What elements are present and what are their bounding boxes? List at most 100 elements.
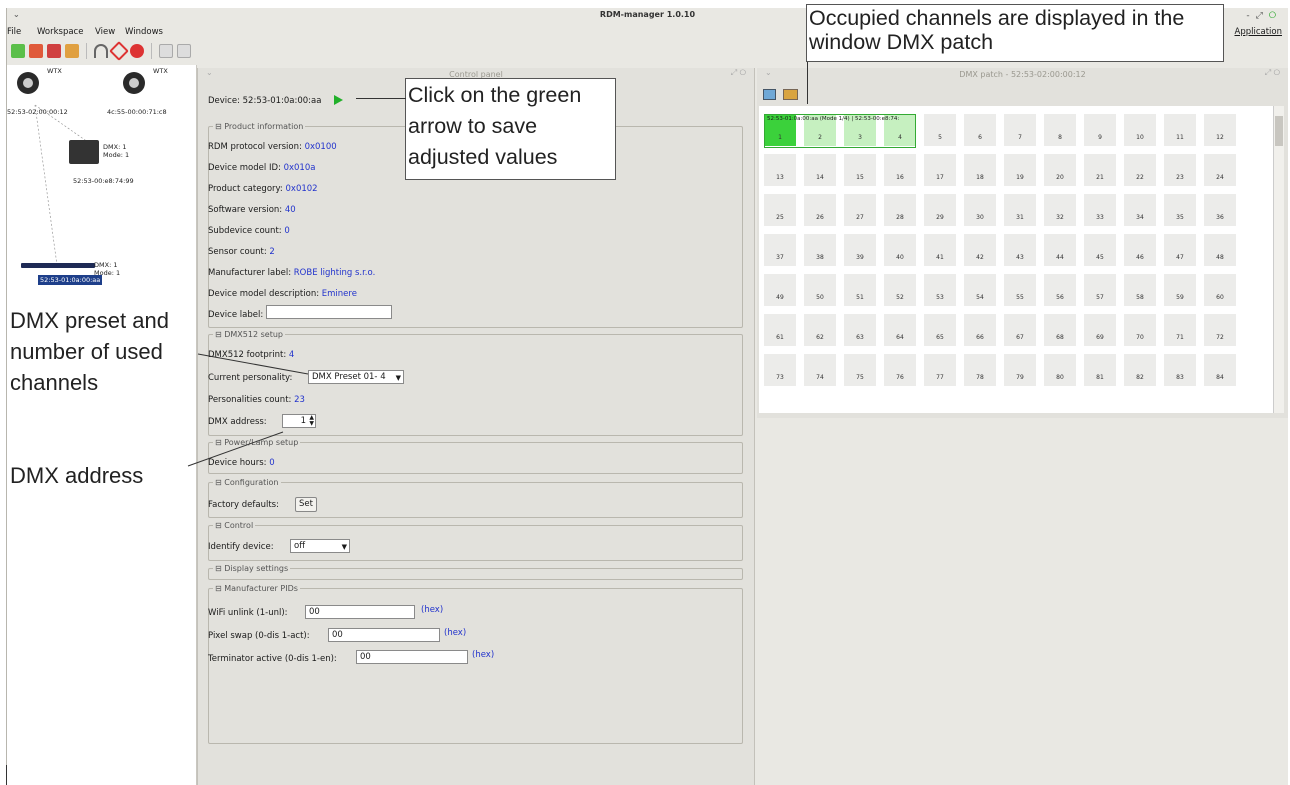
personality-select[interactable]: DMX Preset 01- 4 ▼ xyxy=(308,370,404,384)
panel-close-icon[interactable]: ⤢ ⭘ xyxy=(1265,68,1280,78)
dmx-channel-cell[interactable]: 77 xyxy=(924,354,956,386)
maximize-icon[interactable]: ⤢ xyxy=(1256,11,1269,21)
remove-device-icon[interactable] xyxy=(29,44,43,58)
dmx-channel-cell[interactable]: 49 xyxy=(764,274,796,306)
dmx-channel-cell[interactable]: 66 xyxy=(964,314,996,346)
dmx-channel-cell[interactable]: 36 xyxy=(1204,194,1236,226)
dmx-channel-cell[interactable]: 80 xyxy=(1044,354,1076,386)
dmx-channel-cell[interactable]: 72 xyxy=(1204,314,1236,346)
panel-menu-icon[interactable]: ⌄ xyxy=(206,68,213,77)
tag-icon[interactable] xyxy=(109,41,129,61)
dmx-channel-cell[interactable]: 28 xyxy=(884,194,916,226)
dmx-channel-cell[interactable]: 16 xyxy=(884,154,916,186)
fixture-device-icon[interactable] xyxy=(69,140,99,164)
save-arrow-icon[interactable] xyxy=(334,95,343,105)
dmx-channel-cell[interactable]: 40 xyxy=(884,234,916,266)
dmx-channel-cell[interactable]: 22 xyxy=(1124,154,1156,186)
dmx-channel-cell[interactable]: 79 xyxy=(1004,354,1036,386)
dmx-channel-cell[interactable]: 32 xyxy=(1044,194,1076,226)
dmx-channel-cell[interactable]: 25 xyxy=(764,194,796,226)
dmx-channel-cell[interactable]: 21 xyxy=(1084,154,1116,186)
dmx-channel-cell[interactable]: 54 xyxy=(964,274,996,306)
dmx-channel-cell[interactable]: 69 xyxy=(1084,314,1116,346)
group-title[interactable]: ⊟ Display settings xyxy=(213,564,290,573)
dmx-channel-cell[interactable]: 5 xyxy=(924,114,956,146)
panel-icon[interactable] xyxy=(177,44,191,58)
menu-workspace[interactable]: Workspace xyxy=(37,24,83,40)
dmx-channel-cell[interactable]: 64 xyxy=(884,314,916,346)
dmx-channel-cell[interactable]: 62 xyxy=(804,314,836,346)
dmx-channel-cell[interactable]: 71 xyxy=(1164,314,1196,346)
close-icon[interactable]: ⭘ xyxy=(1269,11,1282,21)
dmx-channel-cell[interactable]: 44 xyxy=(1044,234,1076,266)
dmx-channel-cell[interactable]: 75 xyxy=(844,354,876,386)
identify-select[interactable]: off ▼ xyxy=(290,539,350,553)
dmx-channel-cell[interactable]: 26 xyxy=(804,194,836,226)
dmx-channel-cell[interactable]: 29 xyxy=(924,194,956,226)
dmx-channel-cell[interactable]: 42 xyxy=(964,234,996,266)
dmx-channel-cell[interactable]: 30 xyxy=(964,194,996,226)
wifi-unlink-input[interactable]: 00 xyxy=(305,605,415,619)
device-label-input[interactable] xyxy=(266,305,392,319)
dmx-channel-cell[interactable]: 52 xyxy=(884,274,916,306)
dmx-grid-scrollbar[interactable] xyxy=(1273,106,1284,413)
dmx-channel-cell[interactable]: 46 xyxy=(1124,234,1156,266)
dmx-address-spinner[interactable]: 1 ▲ ▼ xyxy=(282,414,316,428)
dmx-channel-cell[interactable]: 17 xyxy=(924,154,956,186)
menu-view[interactable]: View xyxy=(95,24,115,40)
add-device-icon[interactable] xyxy=(11,44,25,58)
dmx-channel-cell[interactable]: 18 xyxy=(964,154,996,186)
dmx-channel-cell[interactable]: 50 xyxy=(804,274,836,306)
dmx-channel-cell[interactable]: 68 xyxy=(1044,314,1076,346)
dmx-channel-cell[interactable]: 84 xyxy=(1204,354,1236,386)
display-settings-group[interactable]: ⊟ Display settings xyxy=(208,564,743,580)
dmx-channel-cell[interactable]: 20 xyxy=(1044,154,1076,186)
dmx-channel-cell[interactable]: 59 xyxy=(1164,274,1196,306)
dmx-channel-cell[interactable]: 57 xyxy=(1084,274,1116,306)
dmx-channel-cell[interactable]: 78 xyxy=(964,354,996,386)
dmx-channel-cell[interactable]: 19 xyxy=(1004,154,1036,186)
dmx-channel-cell[interactable]: 9 xyxy=(1084,114,1116,146)
dmx-channel-cell[interactable]: 58 xyxy=(1124,274,1156,306)
dmx-channel-cell[interactable]: 7 xyxy=(1004,114,1036,146)
scrollbar-thumb[interactable] xyxy=(1275,116,1283,146)
dmx-channel-cell[interactable]: 24 xyxy=(1204,154,1236,186)
dmx-channel-cell[interactable]: 74 xyxy=(804,354,836,386)
wifi-icon[interactable] xyxy=(94,44,108,58)
dmx-channel-cell[interactable]: 37 xyxy=(764,234,796,266)
dmx-channel-cell[interactable]: 47 xyxy=(1164,234,1196,266)
dmx-channel-cell[interactable]: 31 xyxy=(1004,194,1036,226)
dmx-channel-cell[interactable]: 76 xyxy=(884,354,916,386)
dmx-channel-cell[interactable]: 53 xyxy=(924,274,956,306)
dmx-channel-cell[interactable]: 15 xyxy=(844,154,876,186)
dmx-channel-cell[interactable]: 43 xyxy=(1004,234,1036,266)
dmx-channel-cell[interactable]: 51 xyxy=(844,274,876,306)
dmx-channel-cell[interactable]: 61 xyxy=(764,314,796,346)
factory-set-button[interactable]: Set xyxy=(295,497,317,512)
dmx-channel-cell[interactable]: 48 xyxy=(1204,234,1236,266)
dmx-channel-cell[interactable]: 65 xyxy=(924,314,956,346)
dmx-channel-cell[interactable]: 12 xyxy=(1204,114,1236,146)
panel-close-icon[interactable]: ⤢ ⭘ xyxy=(731,68,746,78)
dmx-channel-cell[interactable]: 23 xyxy=(1164,154,1196,186)
dmx-channel-cell[interactable]: 39 xyxy=(844,234,876,266)
dmx-channel-cell[interactable]: 63 xyxy=(844,314,876,346)
selected-device-id[interactable]: 52:53-01:0a:00:aa xyxy=(38,275,103,285)
dmx-channel-cell[interactable]: 60 xyxy=(1204,274,1236,306)
terminator-input[interactable]: 00 xyxy=(356,650,468,664)
search-icon[interactable] xyxy=(130,44,144,58)
dmx-channel-cell[interactable]: 11 xyxy=(1164,114,1196,146)
disconnect-icon[interactable] xyxy=(47,44,61,58)
dmx-channel-cell[interactable]: 8 xyxy=(1044,114,1076,146)
dmx-channel-cell[interactable]: 70 xyxy=(1124,314,1156,346)
dmx-channel-cell[interactable]: 81 xyxy=(1084,354,1116,386)
panel-menu-icon[interactable]: ⌄ xyxy=(765,68,772,77)
wtx-device-icon[interactable] xyxy=(9,69,47,95)
menu-file[interactable]: File xyxy=(7,24,21,40)
dmx-channel-cell[interactable]: 33 xyxy=(1084,194,1116,226)
dmx-channel-cell[interactable]: 83 xyxy=(1164,354,1196,386)
window-icon[interactable] xyxy=(159,44,173,58)
minimize-icon[interactable]: - xyxy=(1246,11,1255,21)
dmx-channel-cell[interactable]: 10 xyxy=(1124,114,1156,146)
patch-edit-icon[interactable] xyxy=(763,89,776,100)
